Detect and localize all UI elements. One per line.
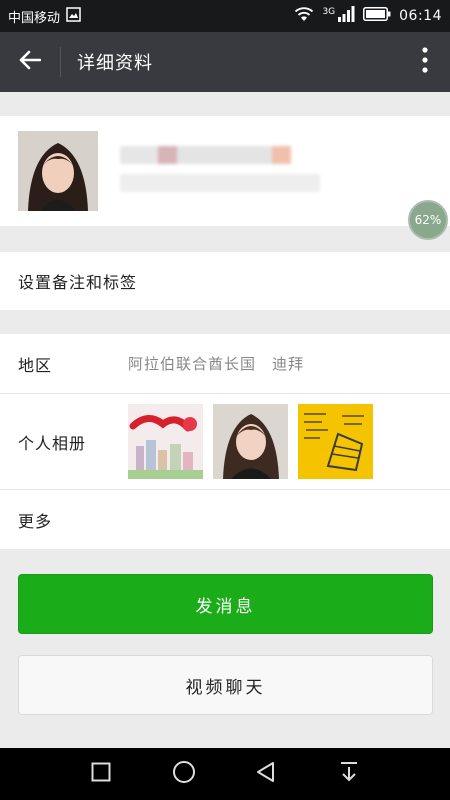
triangle-back-icon: [255, 761, 277, 787]
title-bar: 详细资料: [0, 32, 450, 92]
album-photo[interactable]: [213, 404, 288, 479]
title-divider: [60, 47, 61, 77]
back-nav-button[interactable]: [246, 754, 286, 794]
square-icon: [91, 762, 111, 786]
album-photo[interactable]: [128, 404, 203, 479]
info-card: 地区 阿拉伯联合酋长国 迪拜 个人相册 更多: [0, 334, 450, 549]
progress-badge[interactable]: 62%: [408, 200, 448, 240]
back-button[interactable]: [0, 32, 60, 92]
region-row: 地区 阿拉伯联合酋长国 迪拜: [0, 334, 450, 394]
navigation-bar: [0, 748, 450, 800]
album-photo[interactable]: [298, 404, 373, 479]
profile-card: [0, 116, 450, 226]
battery-icon: [363, 7, 391, 25]
avatar[interactable]: [18, 131, 98, 211]
nickname-blurred: [120, 146, 310, 164]
region-value: 阿拉伯联合酋长国 迪拜: [128, 355, 305, 373]
recent-apps-button[interactable]: [81, 754, 121, 794]
album-label: 个人相册: [18, 433, 87, 453]
wifi-icon: [294, 6, 314, 26]
region-label: 地区: [18, 355, 53, 375]
network-type-label: 3G: [322, 7, 336, 17]
wechat-id-blurred: [120, 174, 320, 192]
more-label: 更多: [18, 511, 53, 531]
arrow-left-icon: [19, 50, 42, 74]
circle-icon: [172, 760, 196, 788]
video-chat-button[interactable]: 视频聊天: [18, 655, 433, 715]
more-options-button[interactable]: [400, 32, 450, 92]
home-button[interactable]: [164, 754, 204, 794]
send-message-button[interactable]: 发消息: [18, 574, 433, 634]
more-row[interactable]: 更多: [0, 490, 450, 549]
album-thumbnails: [128, 404, 373, 479]
status-time: 06:14: [399, 8, 442, 24]
pull-down-icon: [339, 761, 359, 787]
gallery-notification-icon: [66, 6, 81, 26]
carrier-label: 中国移动: [8, 10, 61, 26]
notification-shade-button[interactable]: [329, 754, 369, 794]
set-remark-and-tags-row[interactable]: 设置备注和标签: [0, 252, 450, 310]
signal-icon: [337, 6, 355, 26]
page-title: 详细资料: [77, 53, 153, 74]
more-vertical-icon: [422, 47, 428, 77]
album-row[interactable]: 个人相册: [0, 394, 450, 490]
status-bar: 中国移动 3G 06:14: [0, 0, 450, 32]
